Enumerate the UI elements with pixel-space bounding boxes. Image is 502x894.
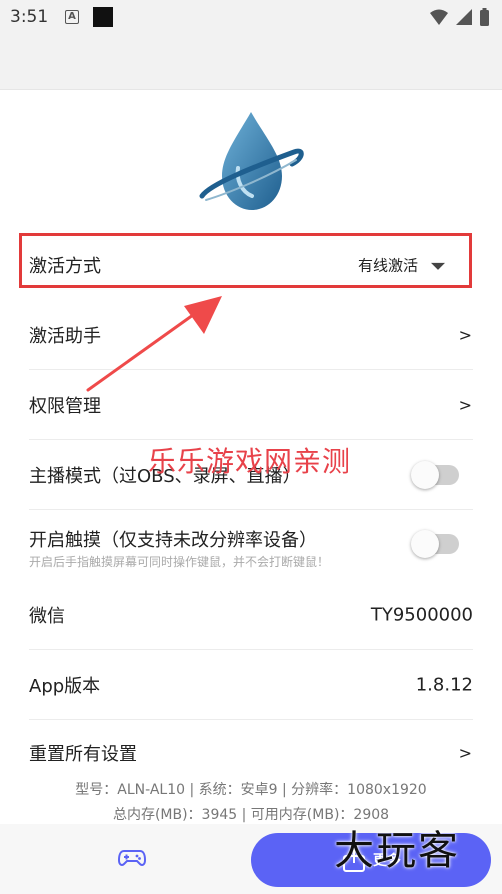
- permissions-row[interactable]: 权限管理 >: [0, 370, 502, 440]
- wechat-label: 微信: [29, 606, 65, 627]
- chevron-right-icon: >: [458, 325, 472, 345]
- corner-brand-watermark: 大玩客: [334, 828, 460, 874]
- device-info-line1: 型号：ALN-AL10 | 系统：安卓9 | 分辨率：1080x1920: [75, 782, 427, 798]
- touch-toggle[interactable]: [411, 530, 459, 558]
- toggle-knob: [411, 530, 439, 558]
- broadcast-mode-toggle[interactable]: [411, 461, 459, 489]
- highlight-box: [19, 233, 472, 288]
- notification-square-icon: [93, 7, 113, 27]
- touch-label: 开启触摸（仅支持未改分辨率设备）: [29, 530, 317, 551]
- wechat-row: 微信 TY9500000: [0, 580, 502, 650]
- watermark-text: 乐乐游戏网亲测: [148, 445, 352, 478]
- reset-settings-label: 重置所有设置: [29, 744, 137, 765]
- accessibility-icon: A: [65, 10, 79, 24]
- reset-settings-row[interactable]: 重置所有设置 >: [0, 720, 502, 786]
- wifi-signal-battery-icon: [430, 8, 489, 26]
- app-version-label: App版本: [29, 676, 101, 697]
- gamepad-icon[interactable]: [118, 848, 146, 868]
- chevron-right-icon: >: [458, 395, 472, 415]
- activation-helper-row[interactable]: 激活助手 >: [0, 300, 502, 370]
- toggle-knob: [411, 461, 439, 489]
- wechat-value: TY9500000: [370, 604, 473, 626]
- status-bar: 3:51 A: [0, 0, 502, 36]
- app-version-row: App版本 1.8.12: [0, 650, 502, 720]
- annotation-arrow-icon: [86, 296, 222, 392]
- touch-hint: 开启后手指触摸屏幕可同时操作键鼠，并不会打断键鼠！: [29, 555, 330, 569]
- app-logo-icon: [199, 112, 304, 210]
- app-version-value: 1.8.12: [415, 674, 473, 696]
- status-time: 3:51: [10, 7, 49, 27]
- app-bar: [0, 36, 502, 90]
- chevron-right-icon: >: [458, 743, 472, 763]
